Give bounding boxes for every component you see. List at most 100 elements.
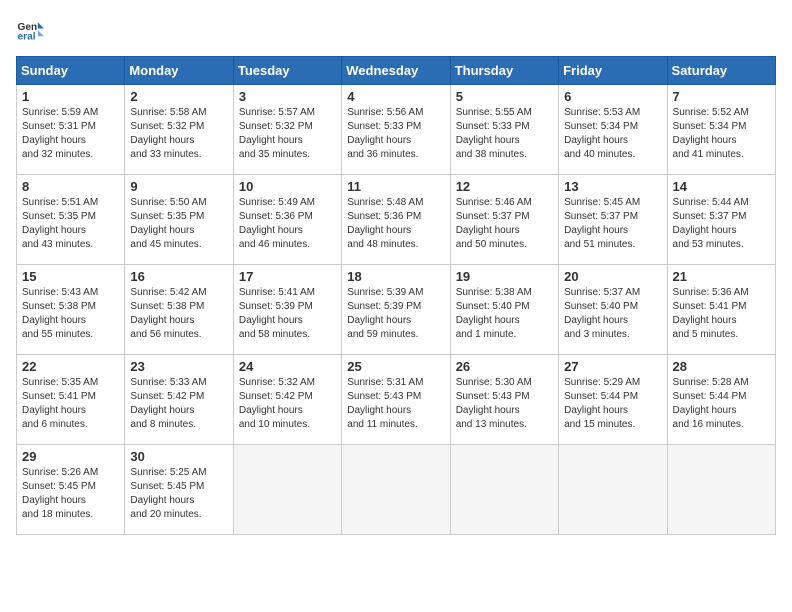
- day-number: 23: [130, 359, 227, 374]
- day-number: 21: [673, 269, 770, 284]
- day-number: 19: [456, 269, 553, 284]
- day-cell-17: 17 Sunrise: 5:41 AM Sunset: 5:39 PM Dayl…: [233, 265, 341, 355]
- col-header-sunday: Sunday: [17, 57, 125, 85]
- day-number: 22: [22, 359, 119, 374]
- day-number: 26: [456, 359, 553, 374]
- day-info: Sunrise: 5:48 AM Sunset: 5:36 PM Dayligh…: [347, 196, 444, 252]
- day-number: 8: [22, 179, 119, 194]
- day-info: Sunrise: 5:58 AM Sunset: 5:32 PM Dayligh…: [130, 106, 227, 162]
- calendar-table: SundayMondayTuesdayWednesdayThursdayFrid…: [16, 56, 776, 535]
- day-number: 9: [130, 179, 227, 194]
- empty-cell: [342, 445, 450, 535]
- day-info: Sunrise: 5:59 AM Sunset: 5:31 PM Dayligh…: [22, 106, 119, 162]
- day-number: 13: [564, 179, 661, 194]
- day-info: Sunrise: 5:33 AM Sunset: 5:42 PM Dayligh…: [130, 376, 227, 432]
- day-cell-26: 26 Sunrise: 5:30 AM Sunset: 5:43 PM Dayl…: [450, 355, 558, 445]
- day-info: Sunrise: 5:50 AM Sunset: 5:35 PM Dayligh…: [130, 196, 227, 252]
- day-info: Sunrise: 5:35 AM Sunset: 5:41 PM Dayligh…: [22, 376, 119, 432]
- day-cell-19: 19 Sunrise: 5:38 AM Sunset: 5:40 PM Dayl…: [450, 265, 558, 355]
- day-cell-4: 4 Sunrise: 5:56 AM Sunset: 5:33 PM Dayli…: [342, 85, 450, 175]
- day-cell-7: 7 Sunrise: 5:52 AM Sunset: 5:34 PM Dayli…: [667, 85, 775, 175]
- day-number: 20: [564, 269, 661, 284]
- col-header-tuesday: Tuesday: [233, 57, 341, 85]
- day-number: 24: [239, 359, 336, 374]
- day-cell-25: 25 Sunrise: 5:31 AM Sunset: 5:43 PM Dayl…: [342, 355, 450, 445]
- day-number: 5: [456, 89, 553, 104]
- day-cell-20: 20 Sunrise: 5:37 AM Sunset: 5:40 PM Dayl…: [559, 265, 667, 355]
- day-info: Sunrise: 5:38 AM Sunset: 5:40 PM Dayligh…: [456, 286, 553, 342]
- day-number: 15: [22, 269, 119, 284]
- empty-cell: [233, 445, 341, 535]
- empty-cell: [559, 445, 667, 535]
- col-header-monday: Monday: [125, 57, 233, 85]
- day-cell-9: 9 Sunrise: 5:50 AM Sunset: 5:35 PM Dayli…: [125, 175, 233, 265]
- day-number: 16: [130, 269, 227, 284]
- day-info: Sunrise: 5:46 AM Sunset: 5:37 PM Dayligh…: [456, 196, 553, 252]
- day-number: 11: [347, 179, 444, 194]
- day-info: Sunrise: 5:45 AM Sunset: 5:37 PM Dayligh…: [564, 196, 661, 252]
- day-cell-18: 18 Sunrise: 5:39 AM Sunset: 5:39 PM Dayl…: [342, 265, 450, 355]
- day-info: Sunrise: 5:53 AM Sunset: 5:34 PM Dayligh…: [564, 106, 661, 162]
- day-cell-1: 1 Sunrise: 5:59 AM Sunset: 5:31 PM Dayli…: [17, 85, 125, 175]
- day-info: Sunrise: 5:44 AM Sunset: 5:37 PM Dayligh…: [673, 196, 770, 252]
- day-info: Sunrise: 5:29 AM Sunset: 5:44 PM Dayligh…: [564, 376, 661, 432]
- page-header: Gen eral: [16, 16, 776, 44]
- day-number: 28: [673, 359, 770, 374]
- day-info: Sunrise: 5:56 AM Sunset: 5:33 PM Dayligh…: [347, 106, 444, 162]
- day-cell-30: 30 Sunrise: 5:25 AM Sunset: 5:45 PM Dayl…: [125, 445, 233, 535]
- day-number: 30: [130, 449, 227, 464]
- day-info: Sunrise: 5:42 AM Sunset: 5:38 PM Dayligh…: [130, 286, 227, 342]
- day-number: 14: [673, 179, 770, 194]
- day-cell-29: 29 Sunrise: 5:26 AM Sunset: 5:45 PM Dayl…: [17, 445, 125, 535]
- day-number: 12: [456, 179, 553, 194]
- day-number: 17: [239, 269, 336, 284]
- svg-text:eral: eral: [18, 31, 36, 42]
- day-info: Sunrise: 5:32 AM Sunset: 5:42 PM Dayligh…: [239, 376, 336, 432]
- day-cell-16: 16 Sunrise: 5:42 AM Sunset: 5:38 PM Dayl…: [125, 265, 233, 355]
- day-number: 7: [673, 89, 770, 104]
- day-info: Sunrise: 5:43 AM Sunset: 5:38 PM Dayligh…: [22, 286, 119, 342]
- day-number: 1: [22, 89, 119, 104]
- day-info: Sunrise: 5:36 AM Sunset: 5:41 PM Dayligh…: [673, 286, 770, 342]
- day-number: 6: [564, 89, 661, 104]
- day-info: Sunrise: 5:57 AM Sunset: 5:32 PM Dayligh…: [239, 106, 336, 162]
- day-number: 4: [347, 89, 444, 104]
- day-info: Sunrise: 5:30 AM Sunset: 5:43 PM Dayligh…: [456, 376, 553, 432]
- day-cell-14: 14 Sunrise: 5:44 AM Sunset: 5:37 PM Dayl…: [667, 175, 775, 265]
- day-cell-11: 11 Sunrise: 5:48 AM Sunset: 5:36 PM Dayl…: [342, 175, 450, 265]
- logo-icon: Gen eral: [16, 16, 44, 44]
- col-header-saturday: Saturday: [667, 57, 775, 85]
- day-info: Sunrise: 5:39 AM Sunset: 5:39 PM Dayligh…: [347, 286, 444, 342]
- day-info: Sunrise: 5:51 AM Sunset: 5:35 PM Dayligh…: [22, 196, 119, 252]
- day-number: 27: [564, 359, 661, 374]
- day-number: 29: [22, 449, 119, 464]
- day-number: 25: [347, 359, 444, 374]
- col-header-friday: Friday: [559, 57, 667, 85]
- day-info: Sunrise: 5:55 AM Sunset: 5:33 PM Dayligh…: [456, 106, 553, 162]
- day-cell-2: 2 Sunrise: 5:58 AM Sunset: 5:32 PM Dayli…: [125, 85, 233, 175]
- day-cell-8: 8 Sunrise: 5:51 AM Sunset: 5:35 PM Dayli…: [17, 175, 125, 265]
- day-number: 2: [130, 89, 227, 104]
- day-cell-6: 6 Sunrise: 5:53 AM Sunset: 5:34 PM Dayli…: [559, 85, 667, 175]
- day-cell-5: 5 Sunrise: 5:55 AM Sunset: 5:33 PM Dayli…: [450, 85, 558, 175]
- day-cell-13: 13 Sunrise: 5:45 AM Sunset: 5:37 PM Dayl…: [559, 175, 667, 265]
- day-cell-3: 3 Sunrise: 5:57 AM Sunset: 5:32 PM Dayli…: [233, 85, 341, 175]
- day-cell-22: 22 Sunrise: 5:35 AM Sunset: 5:41 PM Dayl…: [17, 355, 125, 445]
- day-info: Sunrise: 5:31 AM Sunset: 5:43 PM Dayligh…: [347, 376, 444, 432]
- day-info: Sunrise: 5:25 AM Sunset: 5:45 PM Dayligh…: [130, 466, 227, 522]
- day-number: 10: [239, 179, 336, 194]
- day-info: Sunrise: 5:52 AM Sunset: 5:34 PM Dayligh…: [673, 106, 770, 162]
- day-cell-21: 21 Sunrise: 5:36 AM Sunset: 5:41 PM Dayl…: [667, 265, 775, 355]
- day-info: Sunrise: 5:28 AM Sunset: 5:44 PM Dayligh…: [673, 376, 770, 432]
- day-info: Sunrise: 5:26 AM Sunset: 5:45 PM Dayligh…: [22, 466, 119, 522]
- day-cell-15: 15 Sunrise: 5:43 AM Sunset: 5:38 PM Dayl…: [17, 265, 125, 355]
- day-cell-23: 23 Sunrise: 5:33 AM Sunset: 5:42 PM Dayl…: [125, 355, 233, 445]
- day-cell-28: 28 Sunrise: 5:28 AM Sunset: 5:44 PM Dayl…: [667, 355, 775, 445]
- day-cell-27: 27 Sunrise: 5:29 AM Sunset: 5:44 PM Dayl…: [559, 355, 667, 445]
- logo: Gen eral: [16, 16, 48, 44]
- col-header-thursday: Thursday: [450, 57, 558, 85]
- day-cell-12: 12 Sunrise: 5:46 AM Sunset: 5:37 PM Dayl…: [450, 175, 558, 265]
- day-number: 3: [239, 89, 336, 104]
- day-info: Sunrise: 5:37 AM Sunset: 5:40 PM Dayligh…: [564, 286, 661, 342]
- day-cell-24: 24 Sunrise: 5:32 AM Sunset: 5:42 PM Dayl…: [233, 355, 341, 445]
